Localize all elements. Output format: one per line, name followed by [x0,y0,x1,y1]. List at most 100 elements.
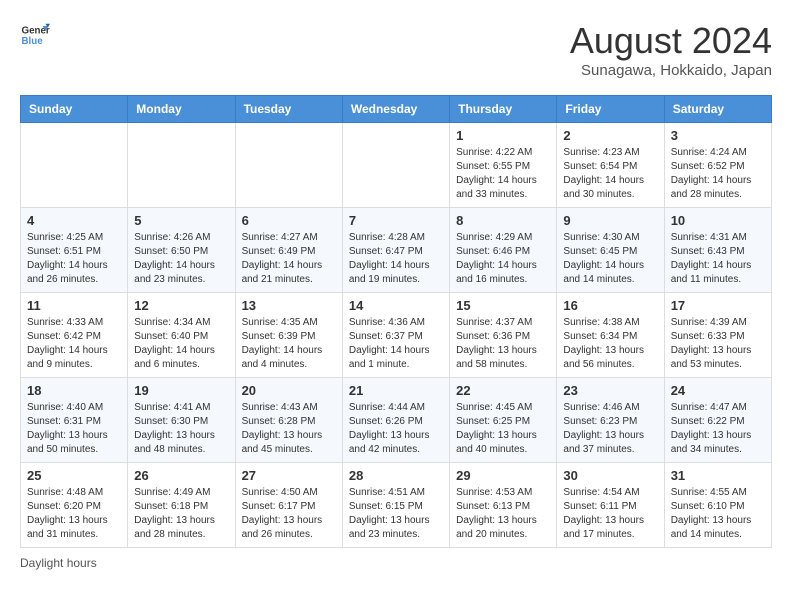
day-info: Sunrise: 4:38 AM Sunset: 6:34 PM Dayligh… [563,316,657,372]
day-number: 29 [456,468,550,483]
calendar-cell: 31 Sunrise: 4:55 AM Sunset: 6:10 PM Dayli… [664,463,771,548]
calendar-week-row: 4 Sunrise: 4:25 AM Sunset: 6:51 PM Daylig… [21,208,772,293]
calendar-cell: 14Sunrise: 4:36 AM Sunset: 6:37 PM Dayli… [342,293,449,378]
calendar-cell: 2 Sunrise: 4:23 AM Sunset: 6:54 PM Daylig… [557,123,664,208]
day-number: 6 [242,213,336,228]
day-info: Sunrise: 4:33 AM Sunset: 6:42 PM Dayligh… [27,316,121,372]
calendar-cell: 29 Sunrise: 4:53 AM Sunset: 6:13 PM Dayli… [450,463,557,548]
day-number: 31 [671,468,765,483]
day-number: 2 [563,128,657,143]
day-info: Sunrise: 4:25 AM Sunset: 6:51 PM Dayligh… [27,231,121,287]
calendar-cell: 24Sunrise: 4:47 AM Sunset: 6:22 PM Dayli… [664,378,771,463]
calendar-cell: 13 Sunrise: 4:35 AM Sunset: 6:39 PM Dayli… [235,293,342,378]
calendar-day-header: Friday [557,96,664,123]
calendar-cell [235,123,342,208]
calendar-cell: 19 Sunrise: 4:41 AM Sunset: 6:30 PM Dayli… [128,378,235,463]
day-number: 21 [349,383,443,398]
day-info: Sunrise: 4:28 AM Sunset: 6:47 PM Dayligh… [349,231,443,287]
day-number: 23 [563,383,657,398]
calendar-week-row: 18Sunrise: 4:40 AM Sunset: 6:31 PM Dayli… [21,378,772,463]
day-info: Sunrise: 4:47 AM Sunset: 6:22 PM Dayligh… [671,401,765,457]
calendar-week-row: 25Sunrise: 4:48 AM Sunset: 6:20 PM Dayli… [21,463,772,548]
day-info: Sunrise: 4:43 AM Sunset: 6:28 PM Dayligh… [242,401,336,457]
day-info: Sunrise: 4:26 AM Sunset: 6:50 PM Dayligh… [134,231,228,287]
calendar-cell: 16 Sunrise: 4:38 AM Sunset: 6:34 PM Dayli… [557,293,664,378]
calendar-cell: 3 Sunrise: 4:24 AM Sunset: 6:52 PM Daylig… [664,123,771,208]
calendar-day-header: Saturday [664,96,771,123]
day-info: Sunrise: 4:41 AM Sunset: 6:30 PM Dayligh… [134,401,228,457]
day-number: 26 [134,468,228,483]
logo-icon: General Blue [20,20,50,50]
day-number: 16 [563,298,657,313]
calendar-cell: 4 Sunrise: 4:25 AM Sunset: 6:51 PM Daylig… [21,208,128,293]
day-info: Sunrise: 4:30 AM Sunset: 6:45 PM Dayligh… [563,231,657,287]
calendar-day-header: Thursday [450,96,557,123]
day-info: Sunrise: 4:23 AM Sunset: 6:54 PM Dayligh… [563,146,657,202]
day-number: 3 [671,128,765,143]
day-info: Sunrise: 4:24 AM Sunset: 6:52 PM Dayligh… [671,146,765,202]
day-number: 27 [242,468,336,483]
calendar-table: SundayMondayTuesdayWednesdayThursdayFrid… [20,95,772,548]
footer-note-text: Daylight hours [20,556,97,570]
day-number: 13 [242,298,336,313]
calendar-cell: 26 Sunrise: 4:49 AM Sunset: 6:18 PM Dayli… [128,463,235,548]
calendar-cell: 6 Sunrise: 4:27 AM Sunset: 6:49 PM Daylig… [235,208,342,293]
month-title: August 2024 [570,20,772,62]
day-info: Sunrise: 4:31 AM Sunset: 6:43 PM Dayligh… [671,231,765,287]
day-info: Sunrise: 4:51 AM Sunset: 6:15 PM Dayligh… [349,486,443,542]
title-block: August 2024 Sunagawa, Hokkaido, Japan [570,20,772,79]
calendar-cell: 9 Sunrise: 4:30 AM Sunset: 6:45 PM Daylig… [557,208,664,293]
calendar-cell: 7 Sunrise: 4:28 AM Sunset: 6:47 PM Daylig… [342,208,449,293]
svg-text:Blue: Blue [22,36,44,47]
day-number: 7 [349,213,443,228]
page-header: General Blue August 2024 Sunagawa, Hokka… [20,20,772,79]
day-number: 20 [242,383,336,398]
day-info: Sunrise: 4:40 AM Sunset: 6:31 PM Dayligh… [27,401,121,457]
calendar-cell: 10Sunrise: 4:31 AM Sunset: 6:43 PM Dayli… [664,208,771,293]
logo: General Blue [20,20,50,50]
calendar-cell: 27 Sunrise: 4:50 AM Sunset: 6:17 PM Dayli… [235,463,342,548]
day-info: Sunrise: 4:55 AM Sunset: 6:10 PM Dayligh… [671,486,765,542]
day-number: 28 [349,468,443,483]
location-subtitle: Sunagawa, Hokkaido, Japan [570,62,772,79]
calendar-cell: 25Sunrise: 4:48 AM Sunset: 6:20 PM Dayli… [21,463,128,548]
calendar-body: 1 Sunrise: 4:22 AM Sunset: 6:55 PM Daylig… [21,123,772,548]
day-info: Sunrise: 4:39 AM Sunset: 6:33 PM Dayligh… [671,316,765,372]
day-number: 17 [671,298,765,313]
calendar-cell: 5 Sunrise: 4:26 AM Sunset: 6:50 PM Daylig… [128,208,235,293]
day-number: 25 [27,468,121,483]
calendar-day-header: Tuesday [235,96,342,123]
day-number: 4 [27,213,121,228]
day-number: 5 [134,213,228,228]
calendar-cell: 18Sunrise: 4:40 AM Sunset: 6:31 PM Dayli… [21,378,128,463]
day-number: 30 [563,468,657,483]
day-number: 15 [456,298,550,313]
day-info: Sunrise: 4:50 AM Sunset: 6:17 PM Dayligh… [242,486,336,542]
day-number: 14 [349,298,443,313]
day-number: 22 [456,383,550,398]
day-number: 19 [134,383,228,398]
day-number: 8 [456,213,550,228]
calendar-cell: 15 Sunrise: 4:37 AM Sunset: 6:36 PM Dayli… [450,293,557,378]
day-info: Sunrise: 4:54 AM Sunset: 6:11 PM Dayligh… [563,486,657,542]
day-number: 1 [456,128,550,143]
day-info: Sunrise: 4:37 AM Sunset: 6:36 PM Dayligh… [456,316,550,372]
day-info: Sunrise: 4:22 AM Sunset: 6:55 PM Dayligh… [456,146,550,202]
day-info: Sunrise: 4:27 AM Sunset: 6:49 PM Dayligh… [242,231,336,287]
day-info: Sunrise: 4:29 AM Sunset: 6:46 PM Dayligh… [456,231,550,287]
calendar-cell: 8 Sunrise: 4:29 AM Sunset: 6:46 PM Daylig… [450,208,557,293]
calendar-header-row: SundayMondayTuesdayWednesdayThursdayFrid… [21,96,772,123]
calendar-cell: 12Sunrise: 4:34 AM Sunset: 6:40 PM Dayli… [128,293,235,378]
day-number: 9 [563,213,657,228]
calendar-cell: 30 Sunrise: 4:54 AM Sunset: 6:11 PM Dayli… [557,463,664,548]
calendar-cell: 28 Sunrise: 4:51 AM Sunset: 6:15 PM Dayli… [342,463,449,548]
day-info: Sunrise: 4:49 AM Sunset: 6:18 PM Dayligh… [134,486,228,542]
calendar-cell: 23Sunrise: 4:46 AM Sunset: 6:23 PM Dayli… [557,378,664,463]
day-info: Sunrise: 4:53 AM Sunset: 6:13 PM Dayligh… [456,486,550,542]
calendar-week-row: 1 Sunrise: 4:22 AM Sunset: 6:55 PM Daylig… [21,123,772,208]
calendar-cell: 17 Sunrise: 4:39 AM Sunset: 6:33 PM Dayli… [664,293,771,378]
day-info: Sunrise: 4:45 AM Sunset: 6:25 PM Dayligh… [456,401,550,457]
day-number: 12 [134,298,228,313]
calendar-cell [21,123,128,208]
day-info: Sunrise: 4:35 AM Sunset: 6:39 PM Dayligh… [242,316,336,372]
